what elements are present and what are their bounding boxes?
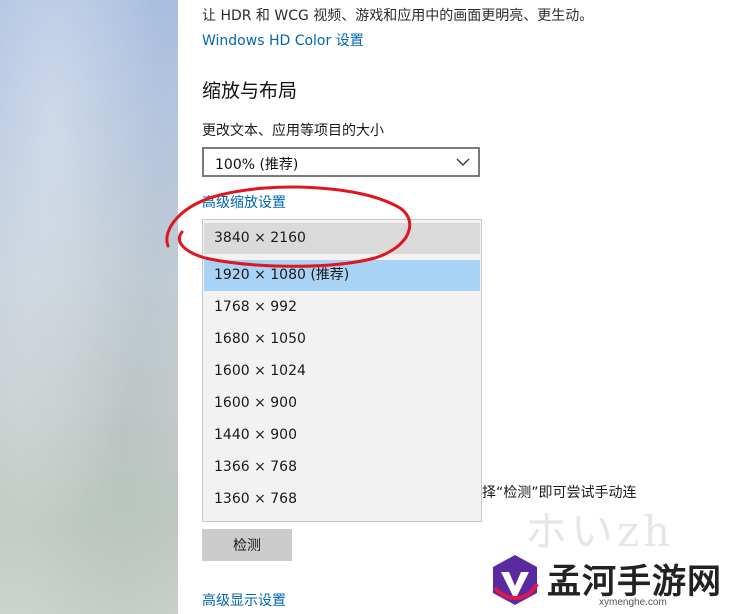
scale-layout-title: 缩放与布局 xyxy=(202,80,298,102)
resolution-option[interactable]: 1920 × 1080 (推荐) xyxy=(204,260,480,291)
advanced-display-settings-link[interactable]: 高级显示设置 xyxy=(202,590,286,610)
site-name: 孟河手游网 xyxy=(547,562,722,602)
desktop-background xyxy=(0,0,178,614)
detect-button[interactable]: 检测 xyxy=(202,529,292,561)
resolution-option[interactable]: 1680 × 1050 xyxy=(204,324,480,355)
resolution-option[interactable]: 1600 × 1024 xyxy=(204,356,480,387)
resolution-option[interactable]: 1600 × 900 xyxy=(204,388,480,419)
scale-dropdown-value: 100% (推荐) xyxy=(215,157,299,173)
site-watermark: 孟河手游网 xymenghe.com xyxy=(487,550,727,614)
hdr-color-settings-link[interactable]: Windows HD Color 设置 xyxy=(202,30,364,50)
site-url: xymenghe.com xyxy=(599,597,667,608)
resolution-dropdown-list[interactable]: 3840 × 2160 1920 × 1080 (推荐) 1768 × 992 … xyxy=(202,219,482,522)
site-logo-icon xyxy=(493,555,539,605)
scale-label: 更改文本、应用等项目的大小 xyxy=(202,123,384,139)
hdr-description: 让 HDR 和 WCG 视频、游戏和应用中的画面更明亮、更生动。 xyxy=(202,8,594,24)
resolution-option[interactable]: 1366 × 768 xyxy=(204,452,480,483)
resolution-option[interactable]: 1768 × 992 xyxy=(204,292,480,323)
resolution-option[interactable]: 1440 × 900 xyxy=(204,420,480,451)
chevron-down-icon xyxy=(456,158,470,166)
resolution-option[interactable]: 1360 × 768 xyxy=(204,484,480,515)
scale-dropdown[interactable]: 100% (推荐) xyxy=(202,147,480,177)
resolution-option[interactable]: 3840 × 2160 xyxy=(204,223,480,254)
advanced-scaling-link[interactable]: 高级缩放设置 xyxy=(202,192,286,212)
